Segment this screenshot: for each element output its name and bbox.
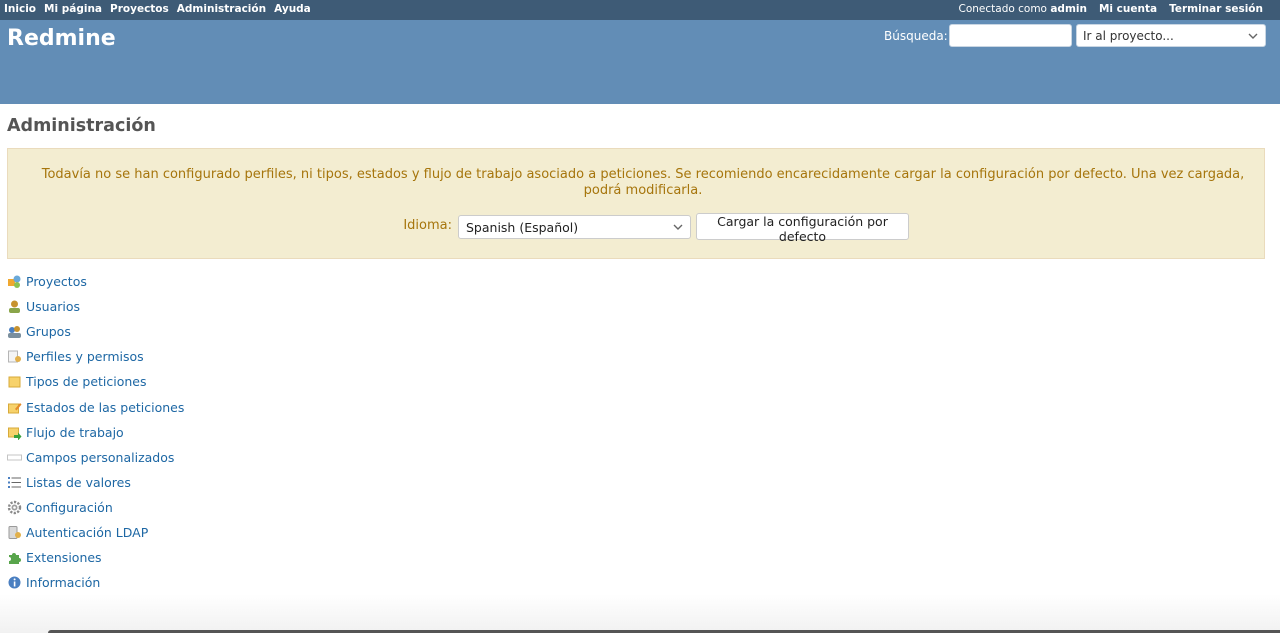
- admin-menu-item-custom-fields: Campos personalizados: [7, 445, 184, 470]
- admin-menu-link-users[interactable]: Usuarios: [26, 299, 80, 314]
- admin-menu-item-users: Usuarios: [7, 294, 184, 319]
- admin-menu-link-plugins[interactable]: Extensiones: [26, 550, 102, 565]
- default-config-warning: Todavía no se han configurado perfiles, …: [7, 148, 1265, 259]
- admin-menu-link-trackers[interactable]: Tipos de peticiones: [26, 374, 147, 389]
- projects-icon: [7, 274, 22, 289]
- list-icon: [7, 475, 22, 490]
- logged-user-link[interactable]: admin: [1050, 3, 1087, 15]
- menu-projects-link[interactable]: Proyectos: [110, 3, 169, 15]
- admin-menu-item-issue-statuses: Estados de las peticiones: [7, 394, 184, 419]
- admin-menu-item-workflow: Flujo de trabajo: [7, 420, 184, 445]
- logout-link[interactable]: Terminar sesión: [1169, 3, 1263, 15]
- info-icon: [7, 575, 22, 590]
- search-input[interactable]: [949, 24, 1072, 47]
- logged-as: Conectado como admin: [959, 3, 1087, 15]
- admin-menu-item-ldap: Autenticación LDAP: [7, 520, 184, 545]
- admin-menu-link-enumerations[interactable]: Listas de valores: [26, 475, 131, 490]
- app-title: Redmine: [7, 26, 116, 51]
- admin-menu-link-settings[interactable]: Configuración: [26, 500, 113, 515]
- logged-as-label: Conectado como: [958, 3, 1047, 15]
- my-account-link[interactable]: Mi cuenta: [1099, 3, 1157, 15]
- language-select[interactable]: Spanish (Español): [458, 215, 691, 239]
- admin-menu-item-roles: Perfiles y permisos: [7, 344, 184, 369]
- top-menu: Inicio Mi página Proyectos Administració…: [0, 0, 1280, 20]
- roles-icon: [7, 349, 22, 364]
- admin-menu-item-plugins: Extensiones: [7, 545, 184, 570]
- language-label: Idioma:: [403, 218, 452, 233]
- custom-field-icon: [7, 450, 22, 465]
- project-jump-select[interactable]: Ir al proyecto...: [1076, 24, 1266, 47]
- chevron-down-icon: [1247, 29, 1259, 46]
- project-jump-value: Ir al proyecto...: [1083, 29, 1174, 43]
- admin-menu-link-ldap[interactable]: Autenticación LDAP: [26, 525, 148, 540]
- menu-administration-link[interactable]: Administración: [177, 3, 266, 15]
- admin-menu-link-info[interactable]: Información: [26, 575, 100, 590]
- gear-icon: [7, 500, 22, 515]
- admin-menu-link-projects[interactable]: Proyectos: [26, 274, 87, 289]
- page-title: Administración: [7, 116, 156, 136]
- group-icon: [7, 324, 22, 339]
- bottom-shade: [0, 594, 1280, 633]
- admin-menu-item-trackers: Tipos de peticiones: [7, 369, 184, 394]
- admin-menu: Proyectos Usuarios Grupos Perfiles y per…: [7, 269, 184, 595]
- admin-menu-item-info: Información: [7, 570, 184, 595]
- menu-home-link[interactable]: Inicio: [4, 3, 36, 15]
- admin-menu-link-issue-statuses[interactable]: Estados de las peticiones: [26, 400, 184, 415]
- admin-menu-link-roles[interactable]: Perfiles y permisos: [26, 349, 144, 364]
- admin-menu-item-projects: Proyectos: [7, 269, 184, 294]
- admin-menu-item-settings: Configuración: [7, 495, 184, 520]
- menu-help-link[interactable]: Ayuda: [274, 3, 311, 15]
- server-key-icon: [7, 525, 22, 540]
- issue-status-icon: [7, 400, 22, 415]
- chevron-down-icon: [672, 220, 684, 237]
- menu-my-page-link[interactable]: Mi página: [44, 3, 102, 15]
- header: Redmine Búsqueda: Ir al proyecto...: [0, 20, 1280, 104]
- admin-menu-item-enumerations: Listas de valores: [7, 470, 184, 495]
- admin-menu-item-groups: Grupos: [7, 319, 184, 344]
- tracker-icon: [7, 374, 22, 389]
- admin-menu-link-custom-fields[interactable]: Campos personalizados: [26, 450, 174, 465]
- admin-menu-link-workflow[interactable]: Flujo de trabajo: [26, 425, 124, 440]
- workflow-icon: [7, 425, 22, 441]
- load-default-config-button[interactable]: Cargar la configuración por defecto: [696, 213, 909, 244]
- admin-menu-link-groups[interactable]: Grupos: [26, 324, 71, 339]
- plugin-icon: [7, 550, 22, 565]
- warning-message: Todavía no se han configurado perfiles, …: [41, 167, 1245, 198]
- language-value: Spanish (Español): [466, 220, 579, 235]
- user-icon: [7, 299, 22, 314]
- search-label: Búsqueda:: [884, 29, 948, 43]
